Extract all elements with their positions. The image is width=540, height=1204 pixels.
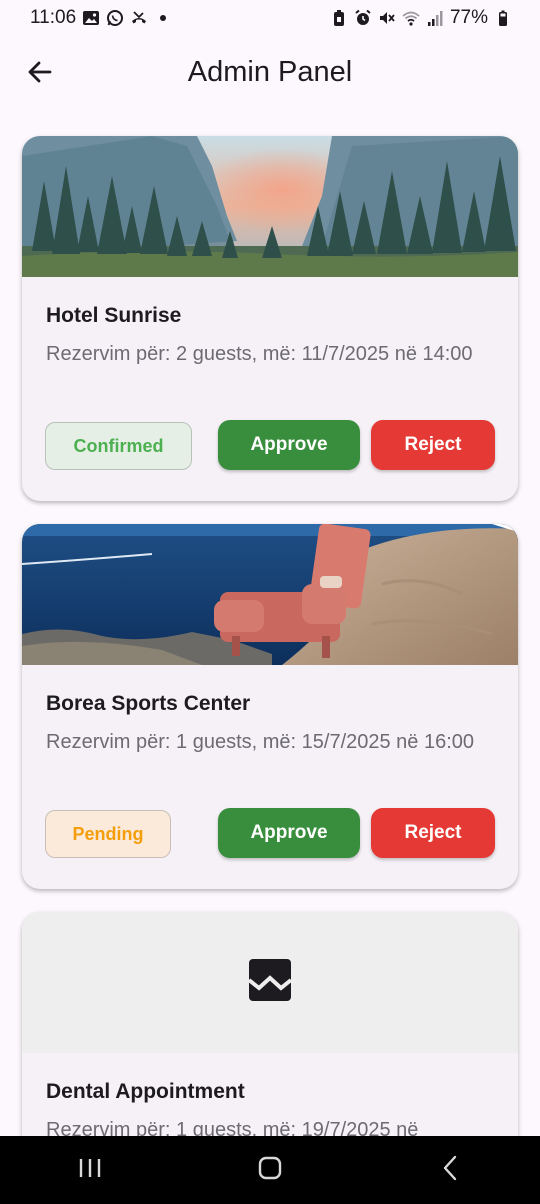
gallery-notification-icon bbox=[82, 9, 100, 27]
status-right: 77% bbox=[330, 7, 512, 29]
card-title: Hotel Sunrise bbox=[46, 304, 182, 327]
status-left: 11:06 bbox=[30, 7, 167, 29]
reject-button[interactable]: Reject bbox=[371, 808, 495, 858]
approve-button[interactable]: Approve bbox=[218, 808, 360, 858]
nav-back-button[interactable] bbox=[420, 1150, 480, 1190]
battery-saver-icon bbox=[330, 9, 348, 27]
missed-call-icon bbox=[130, 9, 148, 27]
alarm-icon bbox=[354, 9, 372, 27]
battery-percentage: 77% bbox=[449, 7, 488, 28]
reject-button[interactable]: Reject bbox=[371, 420, 495, 470]
page-title: Admin Panel bbox=[187, 56, 353, 88]
whatsapp-notification-icon bbox=[106, 9, 124, 27]
battery-icon bbox=[494, 9, 512, 27]
status-time: 11:06 bbox=[30, 7, 77, 28]
recents-button[interactable] bbox=[60, 1150, 120, 1190]
card-title: Borea Sports Center bbox=[46, 692, 251, 715]
wifi-icon bbox=[402, 9, 420, 27]
recents-icon bbox=[77, 1156, 103, 1185]
more-notifications-dot bbox=[160, 15, 167, 21]
armchair-seaside-cliff-image bbox=[22, 524, 518, 665]
image-placeholder bbox=[22, 912, 518, 1053]
approve-button[interactable]: Approve bbox=[218, 420, 360, 470]
reservation-card: Borea Sports Center Rezervim për: 1 gues… bbox=[22, 524, 518, 889]
status-badge: Confirmed bbox=[45, 422, 192, 470]
status-badge: Pending bbox=[45, 810, 171, 858]
nav-back-icon bbox=[440, 1155, 460, 1186]
home-icon bbox=[257, 1155, 283, 1186]
mountain-lake-forest-image bbox=[22, 136, 518, 277]
card-description: Rezervim për: 1 guests, më: 15/7/2025 në… bbox=[46, 731, 475, 753]
system-navigation-bar bbox=[0, 1136, 540, 1204]
broken-image-icon bbox=[247, 958, 293, 1007]
reservation-card: Hotel Sunrise Rezervim për: 2 guests, më… bbox=[22, 136, 518, 501]
signal-icon bbox=[426, 9, 444, 27]
card-title: Dental Appointment bbox=[46, 1080, 245, 1103]
home-button[interactable] bbox=[240, 1150, 300, 1190]
app-bar: Admin Panel bbox=[0, 36, 540, 112]
status-bar: 11:06 77% bbox=[0, 0, 540, 36]
card-description: Rezervim për: 2 guests, më: 11/7/2025 në… bbox=[46, 343, 473, 365]
mute-icon bbox=[378, 9, 396, 27]
